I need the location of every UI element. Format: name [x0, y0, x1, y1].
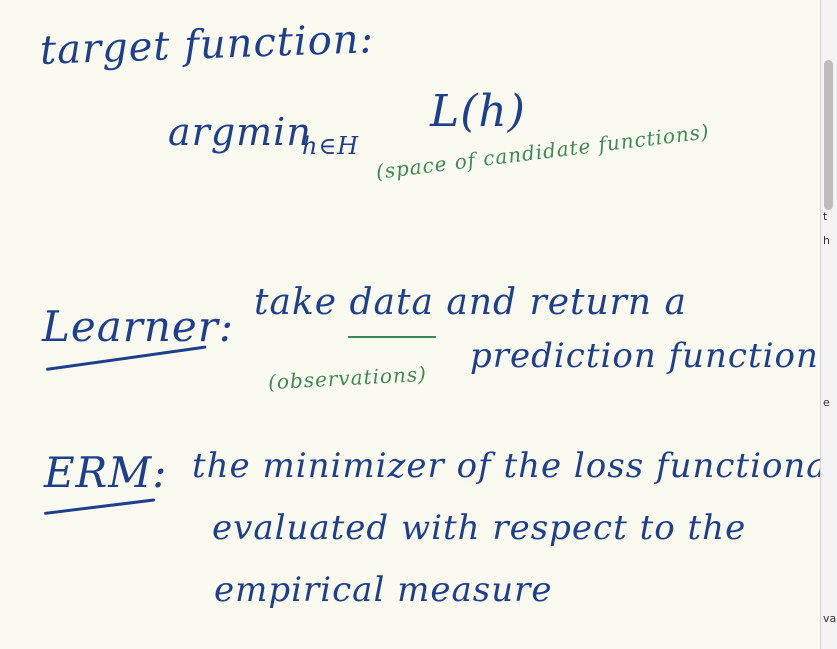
note-observations: (observations) — [267, 361, 428, 395]
erm-definition-line3: empirical measure — [214, 570, 553, 610]
formula-argmin: argmin — [168, 110, 312, 154]
handwritten-notes-page: target function: argmin h∈H L(h) (space … — [0, 0, 837, 649]
erm-underline — [43, 498, 156, 515]
scrollbar-thumb[interactable] — [824, 60, 833, 210]
erm-label: ERM: — [44, 448, 168, 497]
edge-text-fragment: t — [823, 210, 828, 223]
formula-subscript: h∈H — [302, 132, 360, 160]
erm-definition-line1: the minimizer of the loss functional — [192, 446, 837, 486]
heading-target-function: target function: — [39, 16, 375, 74]
note-candidate-functions: (space of candidate functions) — [374, 119, 711, 184]
learner-definition-line1: take data and return a — [254, 282, 687, 323]
learner-definition-line2: prediction function — [470, 336, 819, 376]
right-panel-edge: t h e va — [820, 0, 837, 649]
formula-loss: L(h) — [430, 86, 526, 137]
data-underline — [348, 336, 436, 338]
learner-label: Learner: — [42, 302, 234, 351]
erm-definition-line2: evaluated with respect to the — [212, 508, 747, 548]
edge-text-fragment: e — [823, 396, 830, 409]
edge-text-fragment: va — [823, 612, 837, 625]
edge-text-fragment: h — [823, 234, 830, 247]
